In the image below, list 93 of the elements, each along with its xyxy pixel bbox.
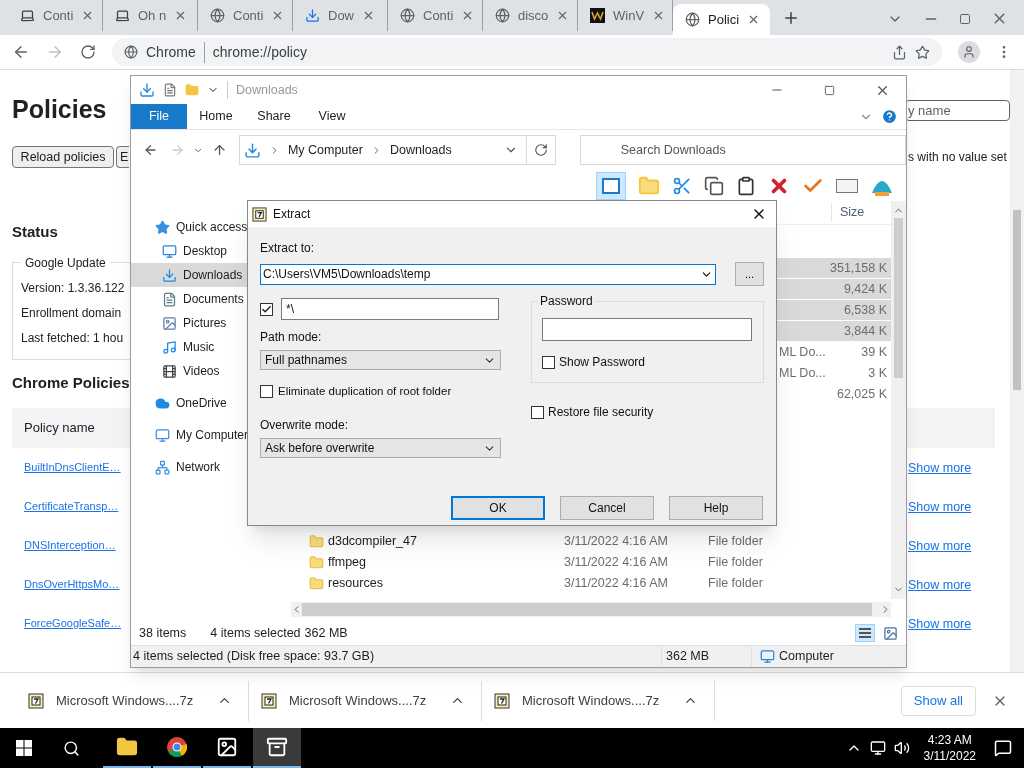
status-line: Last fetched: 1 hou xyxy=(21,329,124,347)
clock[interactable]: 4:23 AM 3/11/2022 xyxy=(923,732,976,764)
file-size: 3 K xyxy=(867,365,887,383)
file-type: File folder xyxy=(708,554,764,572)
file-date: 3/11/2022 4:16 AM xyxy=(564,575,670,593)
status-line: Enrollment domain xyxy=(21,304,122,322)
file-name: d3dcompiler_47 xyxy=(328,533,418,551)
field-label: Extract to: xyxy=(260,240,316,257)
checkbox-label: Show Password xyxy=(559,354,646,371)
column-header[interactable]: Size xyxy=(831,203,865,222)
show-more-link[interactable]: Show more xyxy=(908,538,972,553)
download-item[interactable]: Microsoft Windows....7z xyxy=(249,680,482,721)
checkbox-label: Eliminate duplication of root folder xyxy=(278,384,452,399)
file-name: Microsoft Windows....7z xyxy=(56,691,195,710)
address-field[interactable]: My Computer Downloads xyxy=(238,135,528,165)
file-name: Microsoft Windows....7z xyxy=(522,691,661,710)
panel-legend: Google Update xyxy=(21,253,110,272)
selection-count: 4 items selected xyxy=(210,624,301,642)
file-type: File folder xyxy=(708,575,764,593)
status-location: Computer xyxy=(779,648,834,666)
ribbon-tab[interactable]: File xyxy=(131,104,187,129)
dialog-button[interactable]: OK xyxy=(451,496,545,521)
breadcrumb-item[interactable]: Downloads xyxy=(389,140,452,160)
browser-tab[interactable]: disco xyxy=(483,0,578,31)
destination-combobox[interactable]: C:\Users\VM5\Downloads\temp xyxy=(260,263,717,285)
file-size: 6,538 K xyxy=(842,301,887,319)
column-header: Policy name xyxy=(24,419,95,438)
file-size: 39 K xyxy=(860,344,887,362)
browser-tab[interactable]: Dow xyxy=(293,0,388,31)
field-label: Overwrite mode: xyxy=(260,417,350,435)
site-chip: Chrome xyxy=(146,41,205,63)
show-more-link[interactable]: Show more xyxy=(908,616,972,631)
reload-policies-button[interactable]: Reload policies xyxy=(12,146,114,168)
browser-tab[interactable]: Polici xyxy=(673,4,770,35)
filter-field[interactable]: y name xyxy=(905,99,1010,121)
overwrite-mode-select[interactable]: Ask before overwrite xyxy=(260,438,501,459)
browser-tab[interactable]: Conti xyxy=(198,0,293,31)
file-row[interactable]: ffmpeg 3/11/2022 4:16 AM File folder xyxy=(291,552,891,573)
dialog-button[interactable]: Help xyxy=(669,496,763,521)
section-heading: Chrome Policies xyxy=(12,372,130,393)
ribbon-tab[interactable]: Share xyxy=(245,104,303,129)
item-count: 38 items xyxy=(139,624,187,642)
breadcrumb-item[interactable]: My Computer xyxy=(287,140,363,160)
ribbon-tab[interactable]: Home xyxy=(187,104,245,129)
field-label: Path mode: xyxy=(260,329,323,346)
status-heading: Status xyxy=(12,222,58,242)
group-legend: Password xyxy=(539,292,594,310)
file-date: 3/11/2022 4:16 AM xyxy=(564,554,670,572)
page-title: Policies xyxy=(12,94,107,126)
file-name: ffmpeg xyxy=(328,554,367,572)
file-row[interactable]: resources 3/11/2022 4:16 AM File folder xyxy=(291,573,891,594)
file-size: 9,424 K xyxy=(842,280,887,298)
ribbon-tab[interactable]: View xyxy=(303,104,361,129)
download-item[interactable]: Microsoft Windows....7z xyxy=(482,680,715,721)
file-name: resources xyxy=(328,575,384,593)
option-label: s with no value set xyxy=(908,149,1008,166)
status-size: 362 MB xyxy=(661,647,751,666)
file-type: ML Do... xyxy=(779,366,826,381)
file-size: 351,158 K xyxy=(829,259,887,277)
policy-link[interactable]: DnsOverHttpsMo… xyxy=(24,576,120,593)
show-more-link[interactable]: Show more xyxy=(908,499,972,514)
download-item[interactable]: Microsoft Windows....7z xyxy=(16,680,249,721)
show-more-link[interactable]: Show more xyxy=(908,460,972,475)
dialog-title: Extract xyxy=(273,206,311,223)
export-button[interactable]: E xyxy=(116,146,129,168)
show-more-link[interactable]: Show more xyxy=(908,577,972,592)
file-type: File folder xyxy=(708,533,764,551)
browser-tab[interactable]: WinV xyxy=(578,0,673,31)
file-size: 3,844 K xyxy=(842,322,887,340)
policy-link[interactable]: DNSInterception… xyxy=(24,537,116,554)
file-row[interactable]: d3dcompiler_47 3/11/2022 4:16 AM File folder xyxy=(291,531,891,552)
show-all-button[interactable]: Show all xyxy=(900,685,976,716)
checkbox-label: Restore file security xyxy=(548,404,654,421)
status-line: Version: 1.3.36.122 xyxy=(21,279,125,297)
file-name: Microsoft Windows....7z xyxy=(289,691,428,710)
policy-link[interactable]: ForceGoogleSafe… xyxy=(24,615,122,632)
search-field[interactable]: Search Downloads xyxy=(579,135,906,165)
address-bar[interactable]: Chrome chrome://policy xyxy=(112,38,942,66)
url-text: chrome://policy xyxy=(212,42,307,62)
browser-tab[interactable]: Oh n xyxy=(103,0,198,31)
dialog-button[interactable]: Cancel xyxy=(560,496,654,521)
window-title: Downloads xyxy=(227,80,298,100)
policy-link[interactable]: CertificateTransp… xyxy=(24,498,119,515)
browser-tab[interactable]: Conti xyxy=(388,0,483,31)
browser-tab[interactable]: Conti xyxy=(8,0,103,31)
selection-size: 362 MB xyxy=(304,624,348,642)
status-text: 4 items selected (Disk free space: 93.7 GB) xyxy=(132,648,376,666)
policy-link[interactable]: BuiltInDnsClientE… xyxy=(24,459,121,476)
file-type: ML Do... xyxy=(779,345,826,360)
filter-field[interactable]: *\ xyxy=(281,298,499,320)
file-date: 3/11/2022 4:16 AM xyxy=(564,533,670,551)
path-mode-select[interactable]: Full pathnames xyxy=(260,350,501,370)
browse-button[interactable]: ... xyxy=(735,262,764,286)
